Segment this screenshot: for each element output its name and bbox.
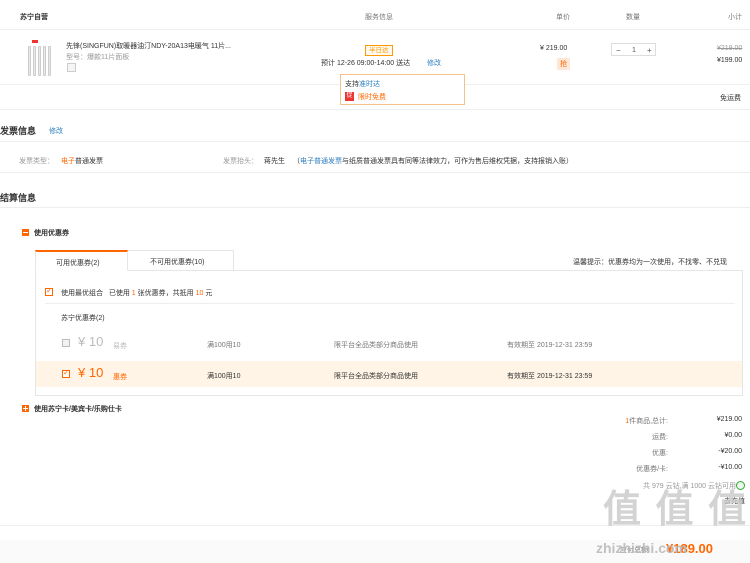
delivery-popup: 支持准时达 促 限时免费 (340, 74, 465, 105)
settlement-title: 结算信息 (0, 193, 37, 203)
on-time-link[interactable]: 准时达 (359, 81, 380, 88)
item-subtotal: ¥199.00 (717, 57, 743, 64)
tab-unusable-coupons[interactable]: 不可用优惠券(10) (128, 250, 234, 271)
settlement-divider (0, 207, 750, 208)
qty-minus-button[interactable]: − (616, 46, 621, 55)
store-name: 苏宁自营 (20, 14, 48, 21)
service-column-header: 服务信息 (365, 14, 393, 21)
best-combo-label: 使用最优组合 (61, 290, 103, 297)
flash-sale-tag: 抢 (557, 58, 570, 70)
summary-count-label: 件商品,总计: (629, 418, 668, 425)
qty-column-header: 数量 (626, 14, 640, 21)
invoice-bottom-divider (0, 172, 750, 173)
invoice-head-label: 发票抬头： (223, 158, 258, 165)
coupon-checkbox[interactable] (62, 368, 70, 378)
coupon-expiry: 有效期至 2019-12-31 23:59 (507, 342, 593, 349)
coupon-scope: 限平台全品类部分商品使用 (334, 342, 418, 349)
watermark-logo: 值 值 值 (603, 489, 749, 531)
expand-icon[interactable] (22, 405, 29, 412)
panel-divider (45, 303, 735, 304)
invoice-note-prefix: （ (293, 158, 300, 165)
service-icon (67, 63, 76, 72)
used-count: 1 (131, 290, 136, 297)
used-mid: 张优惠券，共抵用 (137, 290, 194, 297)
coupon-amount: 10 (88, 334, 104, 349)
best-combo-checkbox[interactable] (45, 286, 53, 296)
coupon-rule: 满100用10 (207, 342, 241, 349)
product-model: 型号：爆款11片面板 (66, 54, 130, 61)
freight-value: ¥0.00 (724, 432, 742, 439)
coupon-type: 惠券 (113, 374, 127, 381)
tab-usable-label: 可用优惠券(2) (56, 260, 100, 267)
coupon-card-label: 优惠券/卡: (636, 466, 668, 473)
price-column-header: 单价 (556, 14, 570, 21)
invoice-edit-link[interactable]: 修改 (49, 126, 63, 136)
coupon-section-title[interactable]: 使用优惠券 (34, 228, 69, 238)
collapse-icon[interactable] (22, 229, 29, 236)
invoice-type-label: 发票类型： (19, 158, 54, 165)
used-prefix: 已使用 (108, 290, 130, 297)
coupon-checkbox[interactable] (62, 339, 70, 347)
summary-total: ¥219.00 (716, 416, 742, 423)
cart-header: 苏宁自营 服务信息 单价 数量 小计 (0, 0, 750, 30)
limited-free-text: 限时免费 (358, 94, 386, 101)
coupon-card-value: -¥10.00 (718, 464, 742, 471)
watermark-site: zhizhizhi.com (596, 540, 687, 556)
discount-label: 优惠: (652, 450, 668, 457)
subtotal-column-header: 小计 (728, 14, 742, 21)
delivery-time: 预计 12-26 09:00-14:00 送达 (321, 60, 411, 67)
qty-input[interactable]: 1 (632, 47, 636, 54)
coupon-currency: ¥ (78, 334, 86, 349)
used-suffix: 元 (205, 290, 213, 297)
card-section-title[interactable]: 使用苏宁卡/美宾卡/乐购仕卡 (34, 404, 122, 414)
coupon-tip: 温馨提示：优惠券均为一次使用，不找零、不兑现 (573, 259, 727, 266)
coupon-type: 易券 (113, 343, 127, 350)
unit-price: ¥ 219.00 (540, 45, 568, 52)
coupon-currency: ¥ (78, 365, 86, 380)
product-title[interactable]: 先锋(SINGFUN)取暖器油汀NDY-20A13电暖气 11片... (66, 41, 256, 51)
discount-value: -¥20.00 (718, 448, 742, 455)
promo-icon: 促 (345, 92, 354, 101)
delivery-edit-link[interactable]: 修改 (427, 58, 441, 68)
coupon-expiry: 有效期至 2019-12-31 23:59 (507, 373, 593, 380)
e-invoice-link[interactable]: 电子普通发票 (300, 158, 342, 165)
delivery-badge: 半日达 (365, 45, 393, 56)
invoice-title: 发票信息 (0, 126, 37, 136)
invoice-note: 与纸质普通发票具有同等法律效力，可作为售后维权凭据，支持报销入账） (342, 158, 573, 165)
freight-label: 运费: (652, 434, 668, 441)
invoice-type-value2: 普通发票 (75, 158, 103, 165)
quantity-stepper: − 1 + (611, 43, 656, 56)
invoice-divider (0, 141, 750, 142)
qty-plus-button[interactable]: + (647, 46, 652, 55)
tab-unusable-label: 不可用优惠券(10) (150, 259, 205, 266)
invoice-type-value: 电子 (61, 158, 75, 165)
original-subtotal: ¥219.00 (717, 45, 743, 52)
shipping-fee: 免运费 (720, 95, 741, 102)
tab-usable-coupons[interactable]: 可用优惠券(2) (35, 250, 128, 271)
popup-support-text: 支持 (345, 81, 359, 88)
product-image[interactable] (26, 40, 56, 80)
coupon-scope: 限平台全品类部分商品使用 (334, 373, 418, 380)
coupon-rule: 满100用10 (207, 373, 241, 380)
coupon-amount: 10 (88, 365, 104, 380)
invoice-head-value: 蒋先生 (264, 158, 285, 165)
suning-coupon-group: 苏宁优惠券(2) (61, 315, 105, 322)
used-amount: 10 (195, 290, 204, 297)
